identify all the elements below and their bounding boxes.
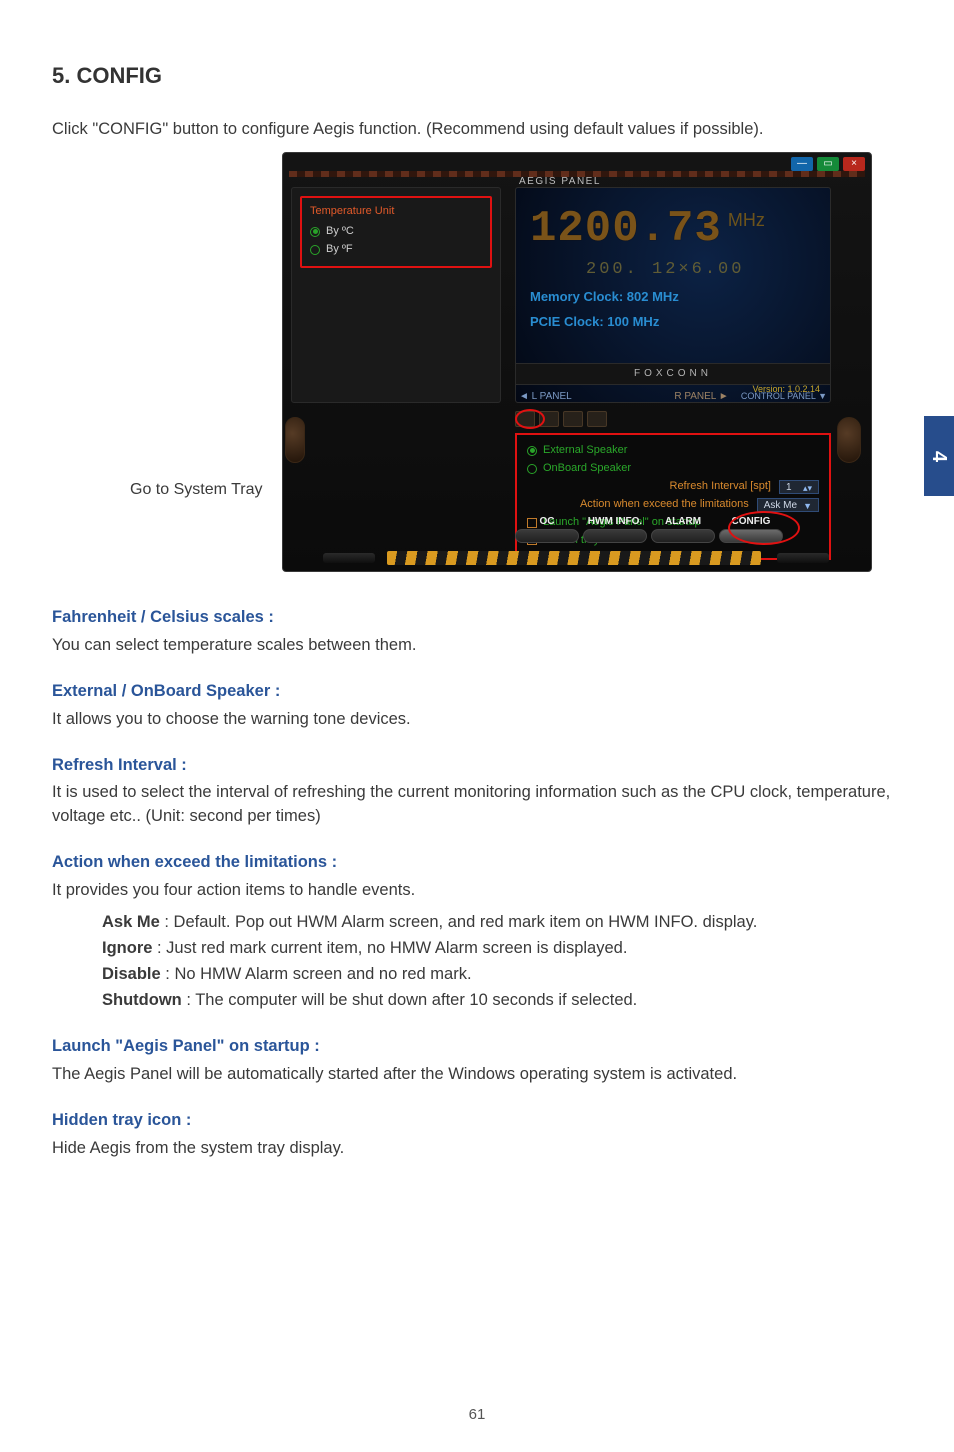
right-trim <box>837 417 861 463</box>
left-panel: Temperature Unit By ºC By ºF <box>291 187 501 403</box>
section-heading: 5. CONFIG <box>52 60 902 92</box>
radio-icon <box>527 464 537 474</box>
callout-system-tray: Go to System Tray <box>130 478 262 501</box>
r-panel-button[interactable]: R PANEL ► <box>674 391 728 402</box>
body-text: You can select temperature scales betwee… <box>52 634 902 658</box>
section-title-launch: Launch "Aegis Panel" on startup : <box>52 1035 902 1059</box>
multiplier-readout: 200. 12×6.00 <box>586 258 816 283</box>
tab-hwm-label: HWM INFO. <box>583 515 647 530</box>
chapter-tab: 4 <box>924 416 954 496</box>
aegis-window: — ▭ × AEGIS PANEL Temperature Unit By ºC… <box>282 152 872 572</box>
intro-text: Click "CONFIG" button to configure Aegis… <box>52 118 902 142</box>
action-limit-dropdown[interactable]: Ask Me▼ <box>757 498 819 512</box>
action-items: Ask Me : Default. Pop out HWM Alarm scre… <box>52 911 902 1013</box>
left-trim <box>285 417 305 463</box>
minimize-button[interactable]: — <box>791 157 813 171</box>
cpu-clock-unit: MHz <box>728 210 765 230</box>
temp-unit-title: Temperature Unit <box>310 204 482 220</box>
close-button[interactable]: × <box>843 157 865 171</box>
refresh-interval-label: Refresh Interval [spt] <box>670 479 772 495</box>
memory-clock: Memory Clock: 802 MHz <box>530 288 816 307</box>
highlight-tray-icon <box>515 409 545 429</box>
decor-bar <box>777 553 829 563</box>
radio-onboard-speaker[interactable]: OnBoard Speaker <box>527 461 819 477</box>
body-text: It provides you four action items to han… <box>52 879 902 903</box>
body-text: It allows you to choose the warning tone… <box>52 708 902 732</box>
body-text: The Aegis Panel will be automatically st… <box>52 1063 902 1087</box>
decor-bar <box>323 553 375 563</box>
page-number: 61 <box>0 1404 954 1426</box>
section-title-scales: Fahrenheit / Celsius scales : <box>52 606 902 630</box>
body-text: Hide Aegis from the system tray display. <box>52 1137 902 1161</box>
tab-alarm[interactable] <box>651 529 715 543</box>
radio-icon <box>310 245 320 255</box>
tab-alarm-label: ALARM <box>651 515 715 530</box>
decor-bottom-stripe <box>387 551 761 565</box>
radio-external-speaker[interactable]: External Speaker <box>527 443 819 459</box>
l-panel-button[interactable]: ◄ L PANEL <box>519 390 572 405</box>
section-title-refresh: Refresh Interval : <box>52 754 902 778</box>
action-limit-label: Action when exceed the limitations <box>580 497 749 513</box>
section-title-hidden: Hidden tray icon : <box>52 1109 902 1133</box>
restore-button[interactable]: ▭ <box>817 157 839 171</box>
tab-hwm-info[interactable] <box>583 529 647 543</box>
radio-fahrenheit[interactable]: By ºF <box>310 242 482 258</box>
highlight-config-tab <box>728 511 800 545</box>
refresh-interval-field[interactable]: 1▴▾ <box>779 480 819 494</box>
body-text: It is used to select the interval of ref… <box>52 781 902 829</box>
temperature-unit-group: Temperature Unit By ºC By ºF <box>300 196 492 268</box>
section-title-action: Action when exceed the limitations : <box>52 851 902 875</box>
chevron-down-icon: ▼ <box>803 499 812 513</box>
section-title-speaker: External / OnBoard Speaker : <box>52 680 902 704</box>
cpu-clock-value: 1200.73 <box>530 198 722 262</box>
tab-oc[interactable] <box>515 529 579 543</box>
tray-icon[interactable] <box>587 411 607 427</box>
figure: Go to System Tray — ▭ × AEGIS PANEL Temp… <box>52 152 902 582</box>
tray-icon[interactable] <box>563 411 583 427</box>
control-panel-button[interactable]: CONTROL PANEL ▼ <box>741 391 827 401</box>
radio-icon <box>527 446 537 456</box>
stepper-icon[interactable]: ▴▾ <box>803 481 812 495</box>
tab-oc-label: OC <box>515 515 579 530</box>
pcie-clock: PCIE Clock: 100 MHz <box>530 313 816 332</box>
radio-icon <box>310 227 320 237</box>
brand-bar: FOXCONN <box>515 363 831 385</box>
radio-celsius[interactable]: By ºC <box>310 224 482 240</box>
